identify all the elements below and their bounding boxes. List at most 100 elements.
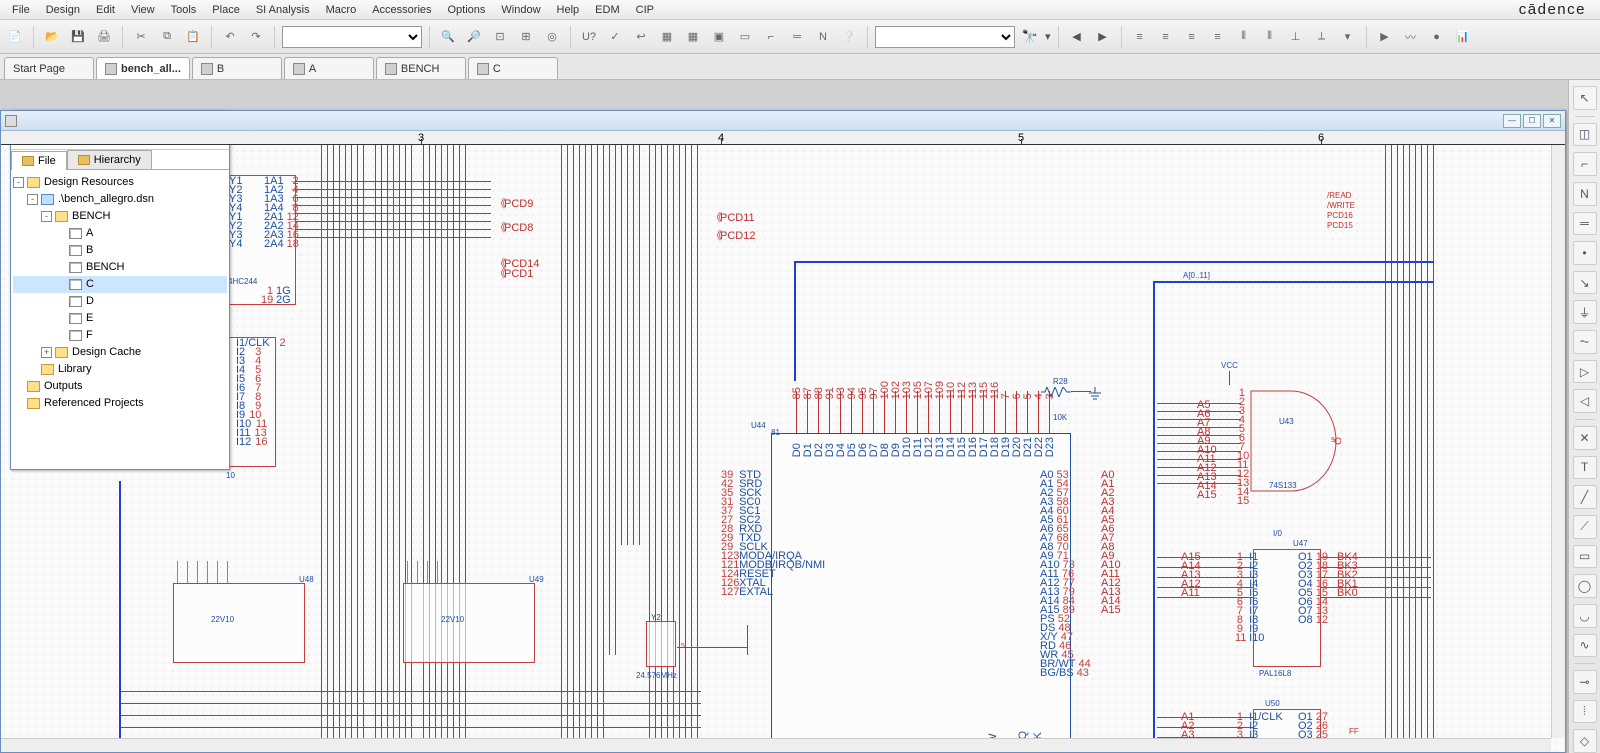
ic-u48[interactable] xyxy=(173,583,305,663)
place-rectangle-icon[interactable]: ▭ xyxy=(1573,545,1597,569)
place-line-icon[interactable]: ╱ xyxy=(1573,485,1597,509)
paste-icon[interactable]: 📋 xyxy=(182,26,204,48)
tab-start-page[interactable]: Start Page xyxy=(4,57,94,79)
maximize-icon[interactable]: ☐ xyxy=(1523,114,1541,128)
place-ellipse-icon[interactable]: ◯ xyxy=(1573,574,1597,598)
tab-c[interactable]: C xyxy=(468,57,558,79)
print-icon[interactable]: 🖨 xyxy=(93,26,115,48)
place-pin-icon[interactable]: ⊸ xyxy=(1573,670,1597,694)
tree-node[interactable]: Outputs xyxy=(13,378,227,395)
expand-icon[interactable]: - xyxy=(41,211,52,222)
expand-icon[interactable]: + xyxy=(41,347,52,358)
simulate-icon[interactable]: ▶ xyxy=(1374,26,1396,48)
tab-b[interactable]: B xyxy=(192,57,282,79)
expand-icon[interactable]: - xyxy=(13,177,24,188)
next-icon[interactable]: ▶ xyxy=(1092,26,1114,48)
place-text-icon[interactable]: T xyxy=(1573,456,1597,480)
menu-file[interactable]: File xyxy=(4,2,38,18)
drc-icon[interactable]: ▦ xyxy=(656,26,678,48)
prev-icon[interactable]: ◀ xyxy=(1066,26,1088,48)
minimize-icon[interactable]: — xyxy=(1503,114,1521,128)
tree-node[interactable]: -Design Resources xyxy=(13,174,227,191)
place-polyline-icon[interactable]: ⟋ xyxy=(1573,515,1597,539)
zoom-out-icon[interactable]: 🔎 xyxy=(463,26,485,48)
menu-window[interactable]: Window xyxy=(493,2,548,18)
tree-node[interactable]: F xyxy=(13,327,227,344)
menu-place[interactable]: Place xyxy=(204,2,248,18)
u-question-icon[interactable]: U? xyxy=(578,26,600,48)
project-tree[interactable]: -Design Resources-.\bench_allegro.dsn-BE… xyxy=(11,170,229,468)
distribute-h-icon[interactable]: ⫴ xyxy=(1233,26,1255,48)
tree-node[interactable]: D xyxy=(13,293,227,310)
find-combo[interactable] xyxy=(875,26,1015,48)
more-icon[interactable]: ▾ xyxy=(1337,26,1359,48)
menu-options[interactable]: Options xyxy=(440,2,494,18)
zoom-area-icon[interactable]: ⊡ xyxy=(489,26,511,48)
binoculars-icon[interactable]: 🔭 xyxy=(1019,26,1041,48)
schematic-window-titlebar[interactable]: — ☐ ✕ xyxy=(1,111,1565,131)
close-icon[interactable]: ✕ xyxy=(1543,114,1561,128)
zoom-in-icon[interactable]: 🔍 xyxy=(437,26,459,48)
run-icon[interactable]: ● xyxy=(1426,26,1448,48)
ic-u49[interactable] xyxy=(403,583,535,663)
place-busentry-icon[interactable]: ↘ xyxy=(1573,271,1597,295)
tab-bench-all[interactable]: bench_all... xyxy=(96,57,190,79)
place-net-icon[interactable]: N xyxy=(1573,182,1597,206)
tree-node[interactable]: -BENCH xyxy=(13,208,227,225)
place-bus-icon[interactable]: ═ xyxy=(1573,212,1597,236)
help-icon[interactable]: ❔ xyxy=(838,26,860,48)
menu-tools[interactable]: Tools xyxy=(163,2,205,18)
zoom-page-icon[interactable]: ◎ xyxy=(541,26,563,48)
tree-node[interactable]: BENCH xyxy=(13,259,227,276)
align-bottom-icon[interactable]: ≡ xyxy=(1207,26,1229,48)
tab-hierarchy[interactable]: Hierarchy xyxy=(67,150,152,169)
scope-icon[interactable]: 📊 xyxy=(1452,26,1474,48)
menu-view[interactable]: View xyxy=(123,2,163,18)
annotate-icon[interactable]: ✓ xyxy=(604,26,626,48)
place-bezier-icon[interactable]: ∿ xyxy=(1573,634,1597,658)
tree-node[interactable]: Library xyxy=(13,361,227,378)
open-icon[interactable]: 📂 xyxy=(41,26,63,48)
horizontal-scrollbar[interactable] xyxy=(1,738,1551,752)
place-part-icon[interactable]: ◫ xyxy=(1573,123,1597,147)
align-middle-icon[interactable]: ⟂ xyxy=(1311,26,1333,48)
menu-sianalysis[interactable]: SI Analysis xyxy=(248,2,318,18)
zoom-fit-icon[interactable]: ⊞ xyxy=(515,26,537,48)
vertical-scrollbar[interactable] xyxy=(1551,145,1565,738)
cut-icon[interactable]: ✂ xyxy=(130,26,152,48)
select-icon[interactable]: ↖ xyxy=(1573,86,1597,110)
tree-node[interactable]: Referenced Projects xyxy=(13,395,227,412)
tab-a[interactable]: A xyxy=(284,57,374,79)
netlist-icon[interactable]: ▦ xyxy=(682,26,704,48)
place-ieee-icon[interactable]: ◇ xyxy=(1573,729,1597,753)
back-annotate-icon[interactable]: ↩ xyxy=(630,26,652,48)
expand-icon[interactable]: - xyxy=(27,194,38,205)
menu-design[interactable]: Design xyxy=(38,2,88,18)
menu-cip[interactable]: CIP xyxy=(628,2,662,18)
align-center-icon[interactable]: ⊥ xyxy=(1285,26,1307,48)
align-top-icon[interactable]: ≡ xyxy=(1181,26,1203,48)
new-icon[interactable]: 📄 xyxy=(4,26,26,48)
align-right-icon[interactable]: ≡ xyxy=(1155,26,1177,48)
place-ground-icon[interactable]: ⏦ xyxy=(1573,330,1597,354)
netalias-icon[interactable]: N xyxy=(812,26,834,48)
tree-node[interactable]: B xyxy=(13,242,227,259)
menu-accessories[interactable]: Accessories xyxy=(364,2,439,18)
place-junction-icon[interactable]: • xyxy=(1573,241,1597,265)
place-port-icon[interactable]: ▷ xyxy=(1573,360,1597,384)
copy-icon[interactable]: ⧉ xyxy=(156,26,178,48)
undo-icon[interactable]: ↶ xyxy=(219,26,241,48)
crystal-y2[interactable] xyxy=(646,621,676,667)
menu-edm[interactable]: EDM xyxy=(587,2,627,18)
part-icon[interactable]: ▭ xyxy=(734,26,756,48)
save-icon[interactable]: 💾 xyxy=(67,26,89,48)
schematic-canvas[interactable]: 3 4 5 6 xyxy=(1,131,1565,752)
wire-icon[interactable]: ⌐ xyxy=(760,26,782,48)
tab-bench[interactable]: BENCH xyxy=(376,57,466,79)
waveform-icon[interactable]: 〰 xyxy=(1400,26,1422,48)
bus-icon[interactable]: ═ xyxy=(786,26,808,48)
align-left-icon[interactable]: ≡ xyxy=(1129,26,1151,48)
menu-edit[interactable]: Edit xyxy=(88,2,123,18)
place-arc-icon[interactable]: ◡ xyxy=(1573,604,1597,628)
tree-node[interactable]: +Design Cache xyxy=(13,344,227,361)
